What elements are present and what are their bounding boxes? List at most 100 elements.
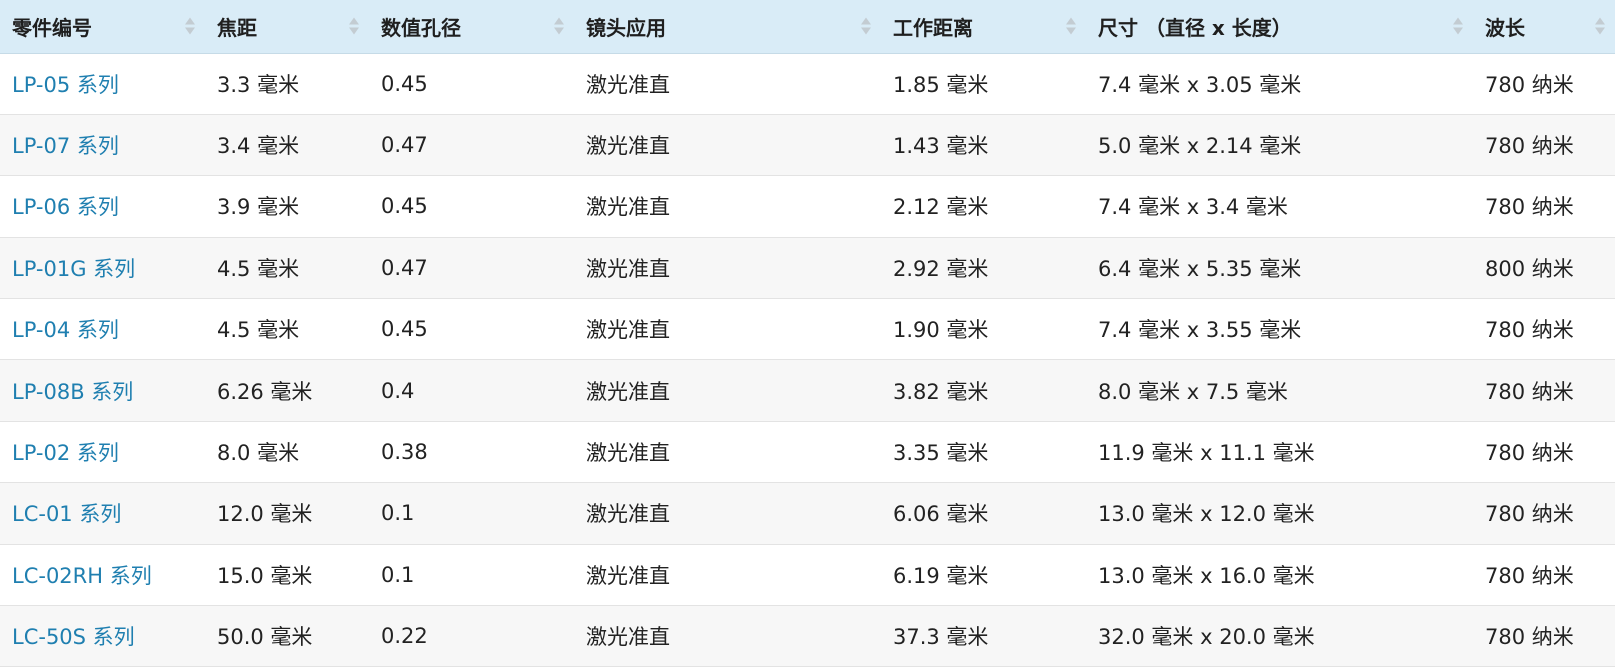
lens-application-cell: 激光准直: [574, 421, 881, 484]
dimensions-cell: 13.0 毫米 x 12.0 毫米: [1086, 482, 1473, 545]
sort-ascending-icon: [1066, 17, 1076, 25]
dimensions-cell: 11.9 毫米 x 11.1 毫米: [1086, 421, 1473, 484]
numerical-aperture-cell: 0.22: [369, 605, 574, 667]
focal-length-cell: 50.0 毫米: [205, 605, 369, 667]
working-distance-cell: 1.90 毫米: [881, 298, 1086, 361]
sort-both-icon[interactable]: [349, 17, 359, 35]
part-number-link[interactable]: LP-05 系列: [12, 73, 119, 97]
focal-length-cell: 3.9 毫米: [205, 175, 369, 238]
part-number-cell: LP-08B 系列: [0, 359, 205, 422]
sort-ascending-icon: [861, 17, 871, 25]
dimensions-cell: 13.0 毫米 x 16.0 毫米: [1086, 544, 1473, 607]
part-number-link[interactable]: LC-01 系列: [12, 502, 121, 526]
working-distance-cell: 6.19 毫米: [881, 544, 1086, 607]
part-number-cell: LP-06 系列: [0, 175, 205, 238]
table-row: LP-07 系列 3.4 毫米 0.47 激光准直 1.43 毫米 5.0 毫米 x 2.…: [0, 114, 1615, 177]
column-header-label: 零件编号: [12, 15, 92, 40]
lens-application-cell: 激光准直: [574, 544, 881, 607]
part-number-link[interactable]: LP-07 系列: [12, 134, 119, 158]
sort-both-icon[interactable]: [1066, 17, 1076, 35]
sort-descending-icon: [349, 27, 359, 35]
part-number-link[interactable]: LP-04 系列: [12, 318, 119, 342]
column-header-label: 焦距: [217, 15, 257, 40]
wavelength-cell: 780 纳米: [1473, 605, 1615, 667]
focal-length-cell: 3.4 毫米: [205, 114, 369, 177]
wavelength-cell: 780 纳米: [1473, 114, 1615, 177]
numerical-aperture-cell: 0.1: [369, 482, 574, 545]
column-header-dimensions[interactable]: 尺寸 （直径 x 长度）: [1086, 0, 1473, 54]
product-table-container: 零件编号 焦距 数值孔径 镜头应用 工作距离 尺寸 （直径 x 长度） 波长 LP-05 系…: [0, 0, 1615, 667]
part-number-link[interactable]: LP-08B 系列: [12, 380, 133, 404]
column-header-focal-length[interactable]: 焦距: [205, 0, 369, 54]
numerical-aperture-cell: 0.45: [369, 53, 574, 115]
part-number-link[interactable]: LP-01G 系列: [12, 257, 135, 281]
working-distance-cell: 6.06 毫米: [881, 482, 1086, 545]
dimensions-cell: 7.4 毫米 x 3.55 毫米: [1086, 298, 1473, 361]
dimensions-cell: 7.4 毫米 x 3.4 毫米: [1086, 175, 1473, 238]
lens-application-cell: 激光准直: [574, 114, 881, 177]
sort-both-icon[interactable]: [185, 17, 195, 35]
numerical-aperture-cell: 0.47: [369, 237, 574, 300]
focal-length-cell: 12.0 毫米: [205, 482, 369, 545]
table-row: LP-06 系列 3.9 毫米 0.45 激光准直 2.12 毫米 7.4 毫米 x 3.…: [0, 175, 1615, 238]
lens-application-cell: 激光准直: [574, 359, 881, 422]
table-row: LP-05 系列 3.3 毫米 0.45 激光准直 1.85 毫米 7.4 毫米 x 3.…: [0, 53, 1615, 115]
lens-application-cell: 激光准直: [574, 605, 881, 667]
column-header-label: 尺寸 （直径 x 长度）: [1098, 15, 1292, 40]
lens-application-cell: 激光准直: [574, 53, 881, 115]
dimensions-cell: 7.4 毫米 x 3.05 毫米: [1086, 53, 1473, 115]
part-number-link[interactable]: LP-06 系列: [12, 195, 119, 219]
part-number-link[interactable]: LC-02RH 系列: [12, 564, 152, 588]
column-header-label: 波长: [1485, 15, 1525, 40]
table-row: LC-01 系列 12.0 毫米 0.1 激光准直 6.06 毫米 13.0 毫米 x 1…: [0, 482, 1615, 545]
numerical-aperture-cell: 0.45: [369, 298, 574, 361]
wavelength-cell: 780 纳米: [1473, 53, 1615, 115]
sort-both-icon[interactable]: [1453, 17, 1463, 35]
lens-application-cell: 激光准直: [574, 237, 881, 300]
part-number-cell: LP-04 系列: [0, 298, 205, 361]
wavelength-cell: 780 纳米: [1473, 421, 1615, 484]
part-number-cell: LP-07 系列: [0, 114, 205, 177]
part-number-link[interactable]: LC-50S 系列: [12, 625, 135, 649]
column-header-working-distance[interactable]: 工作距离: [881, 0, 1086, 54]
table-header: 零件编号 焦距 数值孔径 镜头应用 工作距离 尺寸 （直径 x 长度） 波长: [0, 0, 1615, 54]
focal-length-cell: 4.5 毫米: [205, 298, 369, 361]
focal-length-cell: 8.0 毫米: [205, 421, 369, 484]
column-header-numerical-aperture[interactable]: 数值孔径: [369, 0, 574, 54]
working-distance-cell: 1.43 毫米: [881, 114, 1086, 177]
sort-ascending-icon: [349, 17, 359, 25]
lens-application-cell: 激光准直: [574, 298, 881, 361]
working-distance-cell: 1.85 毫米: [881, 53, 1086, 115]
sort-descending-icon: [1453, 27, 1463, 35]
sort-ascending-icon: [185, 17, 195, 25]
sort-descending-icon: [1066, 27, 1076, 35]
working-distance-cell: 3.82 毫米: [881, 359, 1086, 422]
dimensions-cell: 6.4 毫米 x 5.35 毫米: [1086, 237, 1473, 300]
numerical-aperture-cell: 0.45: [369, 175, 574, 238]
sort-ascending-icon: [1595, 17, 1605, 25]
lens-application-cell: 激光准直: [574, 482, 881, 545]
numerical-aperture-cell: 0.4: [369, 359, 574, 422]
column-header-wavelength[interactable]: 波长: [1473, 0, 1615, 54]
table-row: LP-04 系列 4.5 毫米 0.45 激光准直 1.90 毫米 7.4 毫米 x 3.…: [0, 298, 1615, 361]
working-distance-cell: 3.35 毫米: [881, 421, 1086, 484]
focal-length-cell: 3.3 毫米: [205, 53, 369, 115]
sort-ascending-icon: [1453, 17, 1463, 25]
dimensions-cell: 5.0 毫米 x 2.14 毫米: [1086, 114, 1473, 177]
sort-descending-icon: [861, 27, 871, 35]
wavelength-cell: 780 纳米: [1473, 544, 1615, 607]
dimensions-cell: 32.0 毫米 x 20.0 毫米: [1086, 605, 1473, 667]
wavelength-cell: 800 纳米: [1473, 237, 1615, 300]
working-distance-cell: 37.3 毫米: [881, 605, 1086, 667]
sort-both-icon[interactable]: [861, 17, 871, 35]
sort-descending-icon: [1595, 27, 1605, 35]
part-number-link[interactable]: LP-02 系列: [12, 441, 119, 465]
sort-ascending-icon: [554, 17, 564, 25]
column-header-lens-application[interactable]: 镜头应用: [574, 0, 881, 54]
sort-descending-icon: [185, 27, 195, 35]
part-number-cell: LC-02RH 系列: [0, 544, 205, 607]
sort-both-icon[interactable]: [1595, 17, 1605, 35]
table-row: LP-01G 系列 4.5 毫米 0.47 激光准直 2.92 毫米 6.4 毫米 x 5…: [0, 237, 1615, 300]
sort-both-icon[interactable]: [554, 17, 564, 35]
column-header-part-number[interactable]: 零件编号: [0, 0, 205, 54]
